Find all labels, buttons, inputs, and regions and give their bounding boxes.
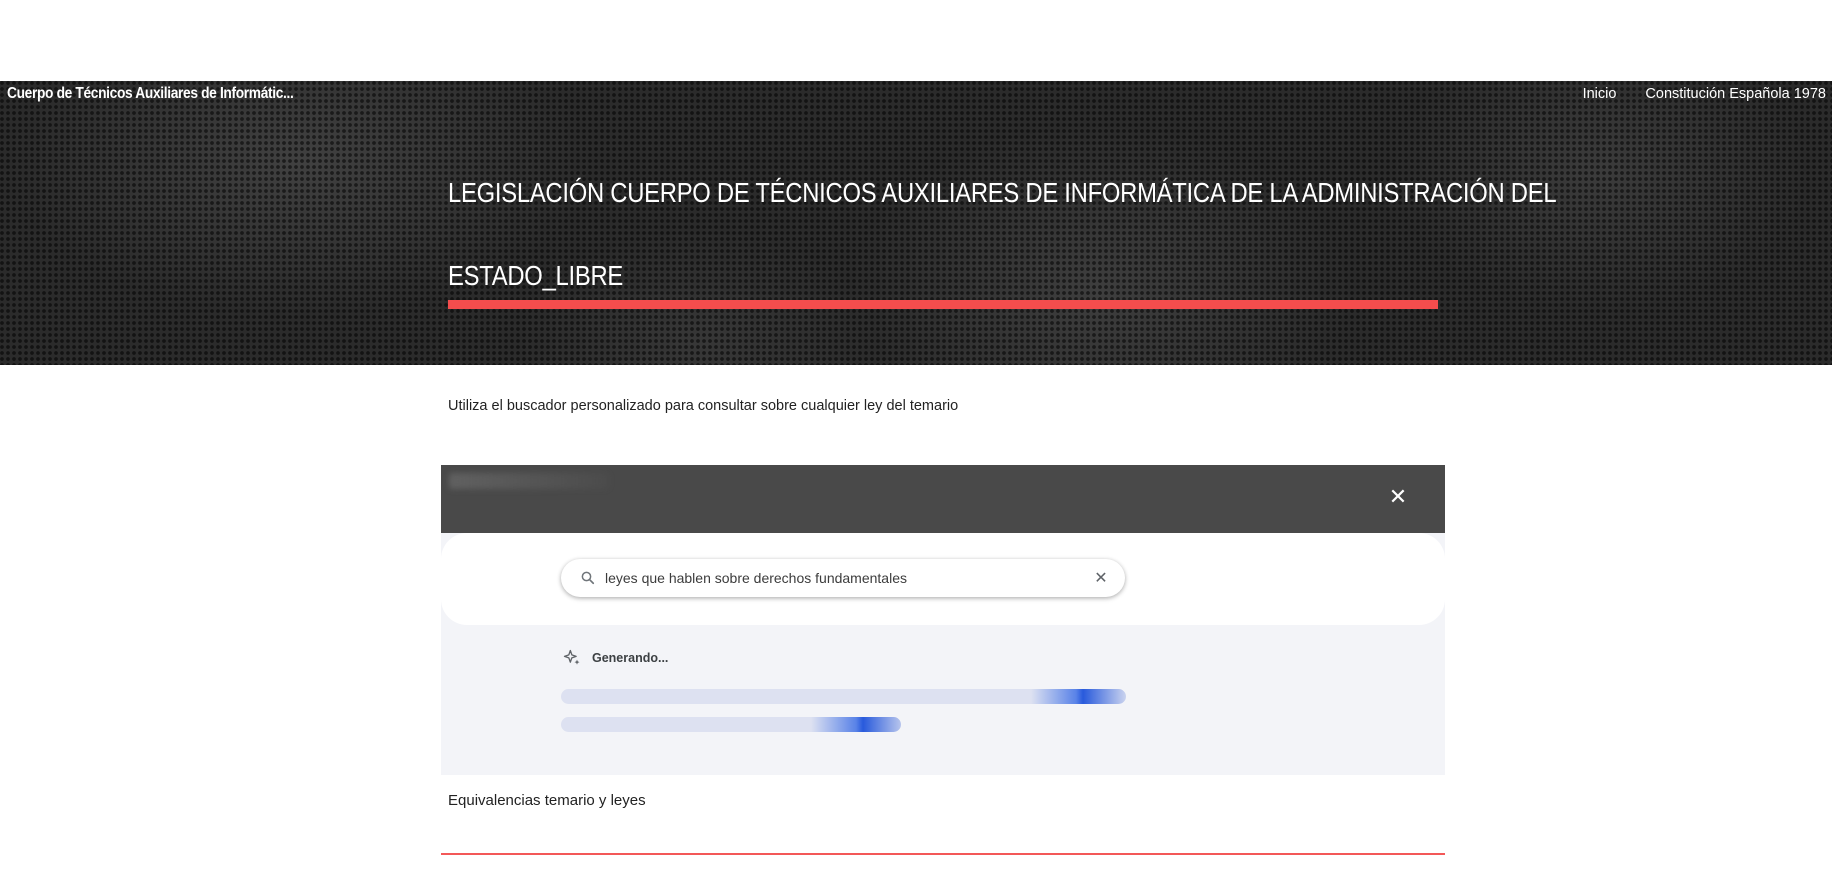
close-icon[interactable]: ✕ [1387,487,1409,509]
sparkle-icon [563,649,580,665]
intro-text: Utiliza el buscador personalizado para c… [448,398,959,414]
search-widget: ✕ ✕ Generando... [441,465,1445,775]
nav-item-inicio[interactable]: Inicio [1583,84,1617,104]
search-panel: ✕ [441,533,1445,625]
loading-skeleton-line [561,717,901,732]
loading-shimmer [811,717,901,732]
blurred-header-text [449,473,609,489]
hero-banner: Cuerpo de Técnicos Auxiliares de Informá… [0,81,1832,365]
clear-icon[interactable]: ✕ [1091,568,1111,588]
search-icon [581,571,595,585]
section-heading-equivalencias: Equivalencias temario y leyes [448,792,646,809]
site-title[interactable]: Cuerpo de Técnicos Auxiliares de Informá… [7,83,294,105]
top-navigation: Inicio Constitución Española 1978 [1583,84,1826,104]
title-underline [448,300,1438,309]
loading-skeleton-line [561,689,1126,704]
generating-label: Generando... [592,651,669,665]
page-title: LEGISLACIÓN CUERPO DE TÉCNICOS AUXILIARE… [448,151,1557,317]
search-input[interactable] [605,566,1085,590]
section-divider [441,853,1445,855]
widget-header: ✕ [441,465,1445,533]
generating-status: Generando... [562,648,668,668]
loading-shimmer [1031,689,1126,704]
search-box[interactable]: ✕ [561,559,1125,597]
page-title-line-1: LEGISLACIÓN CUERPO DE TÉCNICOS AUXILIARE… [448,177,1557,208]
nav-item-constitucion[interactable]: Constitución Española 1978 [1645,84,1826,104]
